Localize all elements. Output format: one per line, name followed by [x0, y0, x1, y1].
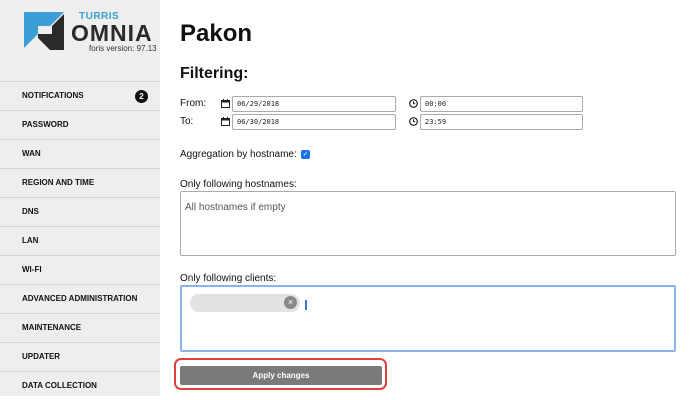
sidebar-item-region-and-time[interactable]: REGION AND TIME [0, 168, 160, 197]
sidebar-item-wifi[interactable]: WI-FI [0, 255, 160, 284]
to-time-input[interactable]: 23:59 [420, 114, 583, 130]
version-text: foris version: 97.13 [89, 44, 157, 53]
sidebar-item-label: WI-FI [22, 265, 42, 274]
sidebar-item-label: DNS [22, 207, 39, 216]
clients-label: Only following clients: [180, 273, 277, 284]
sidebar-item-updater[interactable]: UPDATER [0, 342, 160, 371]
main-content: Pakon Filtering: From: 06/29/2018 00:00 … [160, 0, 690, 396]
aggregation-checkbox[interactable]: ✓ [301, 150, 310, 159]
hostnames-placeholder: All hostnames if empty [185, 202, 286, 213]
clock-icon [409, 117, 418, 126]
page-title: Pakon [180, 20, 253, 47]
sidebar-item-wan[interactable]: WAN [0, 139, 160, 168]
sidebar-item-notifications[interactable]: NOTIFICATIONS 2 [0, 81, 160, 110]
from-date-input[interactable]: 06/29/2018 [232, 96, 396, 112]
sidebar-item-label: DATA COLLECTION [22, 381, 97, 390]
sidebar-item-label: UPDATER [22, 352, 61, 361]
to-label: To: [180, 116, 194, 127]
chip-remove-icon[interactable]: × [284, 296, 297, 309]
sidebar-nav: NOTIFICATIONS 2 PASSWORD WAN REGION AND … [0, 81, 160, 400]
calendar-icon [221, 99, 230, 108]
sidebar-item-maintenance[interactable]: MAINTENANCE [0, 313, 160, 342]
apply-changes-button[interactable]: Apply changes [180, 366, 382, 385]
text-cursor [305, 300, 307, 310]
from-label: From: [180, 98, 207, 109]
sidebar-item-label: REGION AND TIME [22, 178, 95, 187]
hostnames-textarea[interactable]: All hostnames if empty [180, 191, 676, 256]
sidebar-item-advanced-administration[interactable]: ADVANCED ADMINISTRATION [0, 284, 160, 313]
clients-input[interactable]: × [180, 285, 676, 352]
turris-logo-icon [24, 12, 64, 50]
sidebar-item-password[interactable]: PASSWORD [0, 110, 160, 139]
notification-count-badge: 2 [135, 90, 148, 103]
calendar-icon [221, 117, 230, 126]
client-chip[interactable]: × [190, 294, 300, 312]
sidebar-item-label: MAINTENANCE [22, 323, 82, 332]
sidebar-item-label: ADVANCED ADMINISTRATION [22, 294, 138, 303]
section-title: Filtering: [180, 65, 249, 82]
brand-name: OMNIA [71, 20, 153, 46]
sidebar: TURRIS OMNIA foris version: 97.13 NOTIFI… [0, 0, 160, 396]
sidebar-item-label: WAN [22, 149, 41, 158]
clock-icon [409, 99, 418, 108]
hostnames-label: Only following hostnames: [180, 179, 297, 190]
sidebar-item-label: NOTIFICATIONS [22, 91, 84, 100]
to-date-input[interactable]: 06/30/2018 [232, 114, 396, 130]
sidebar-item-label: PASSWORD [22, 120, 69, 129]
from-time-input[interactable]: 00:00 [420, 96, 583, 112]
sidebar-item-label: LAN [22, 236, 39, 245]
sidebar-item-dns[interactable]: DNS [0, 197, 160, 226]
sidebar-item-lan[interactable]: LAN [0, 226, 160, 255]
aggregation-label: Aggregation by hostname: [180, 149, 297, 160]
